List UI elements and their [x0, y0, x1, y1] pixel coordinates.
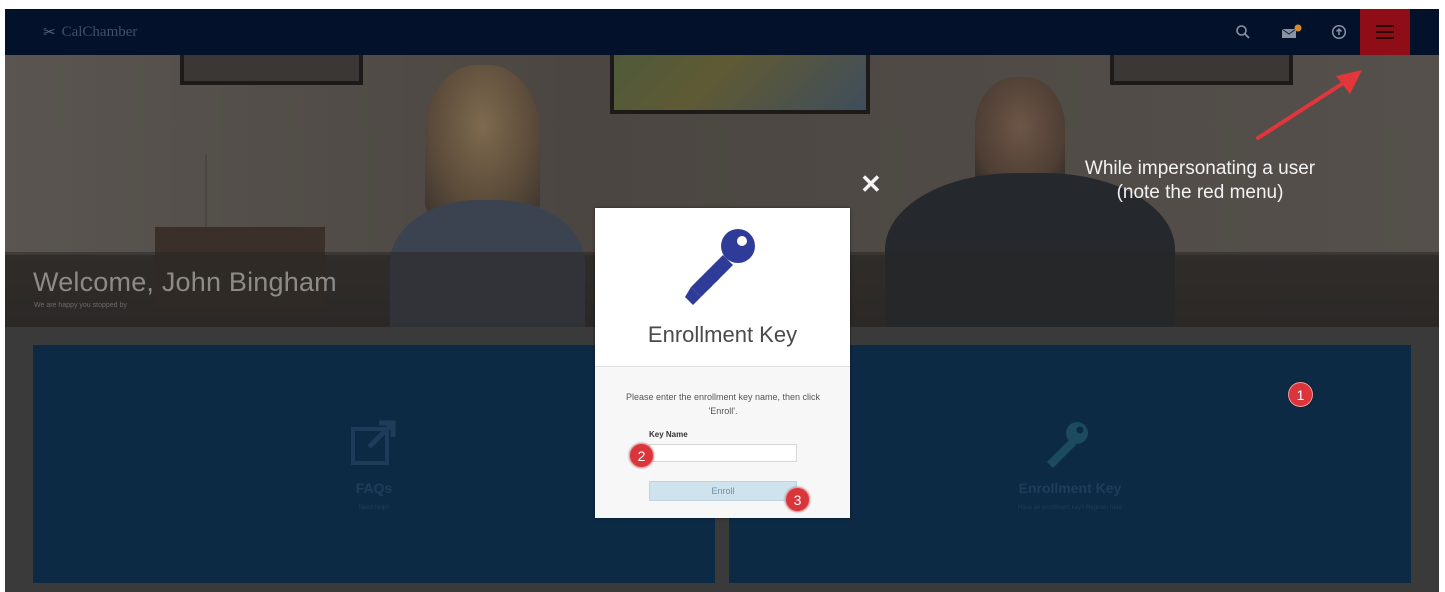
- modal-title: Enrollment Key: [647, 322, 798, 347]
- hamburger-line: [1376, 37, 1394, 39]
- modal-message: Please enter the enrollment key name, th…: [625, 392, 821, 416]
- step-badge-1: 1: [1288, 382, 1313, 407]
- upload-icon[interactable]: [1329, 22, 1349, 42]
- enroll-button[interactable]: Enroll: [649, 481, 797, 501]
- external-link-icon: [349, 419, 399, 474]
- annotation-line-2: (note the red menu): [1116, 182, 1284, 203]
- hamburger-line: [1376, 31, 1394, 33]
- key-name-label: Key Name: [649, 430, 688, 439]
- wall-picture: [610, 55, 870, 114]
- step-badge-3: 3: [785, 487, 810, 512]
- key-name-input[interactable]: [649, 444, 797, 462]
- hamburger-line: [1376, 25, 1394, 27]
- hamburger-menu-button[interactable]: [1360, 9, 1410, 55]
- decor-branch: [205, 155, 247, 227]
- modal-header: Enrollment Key: [595, 208, 850, 367]
- search-icon[interactable]: [1233, 22, 1253, 42]
- annotation-line-1: While impersonating a user: [1084, 158, 1316, 179]
- enrollment-key-modal: Enrollment Key Please enter the enrollme…: [595, 208, 850, 518]
- key-icon: [683, 226, 763, 311]
- key-icon: [1043, 419, 1093, 476]
- logo-mark-icon: ✂: [43, 25, 56, 41]
- logo-text: CalChamber: [61, 24, 138, 40]
- welcome-subtitle: We are happy you stopped by: [34, 302, 127, 309]
- logo[interactable]: ✂ CalChamber: [43, 23, 137, 42]
- app-frame: ✂ CalChamber Welcome, John Bingham We ar…: [5, 9, 1439, 592]
- step-badge-2: 2: [629, 443, 654, 468]
- annotation-note: While impersonating a user (note the red…: [1045, 157, 1355, 205]
- top-nav-bar: ✂ CalChamber: [5, 9, 1439, 55]
- close-modal-icon[interactable]: ✕: [860, 171, 882, 197]
- mail-icon[interactable]: [1280, 22, 1304, 42]
- hero-person-woman: [425, 65, 540, 215]
- welcome-heading: Welcome, John Bingham: [33, 267, 337, 297]
- annotation-arrow: [1256, 70, 1362, 140]
- wall-picture: [180, 55, 363, 85]
